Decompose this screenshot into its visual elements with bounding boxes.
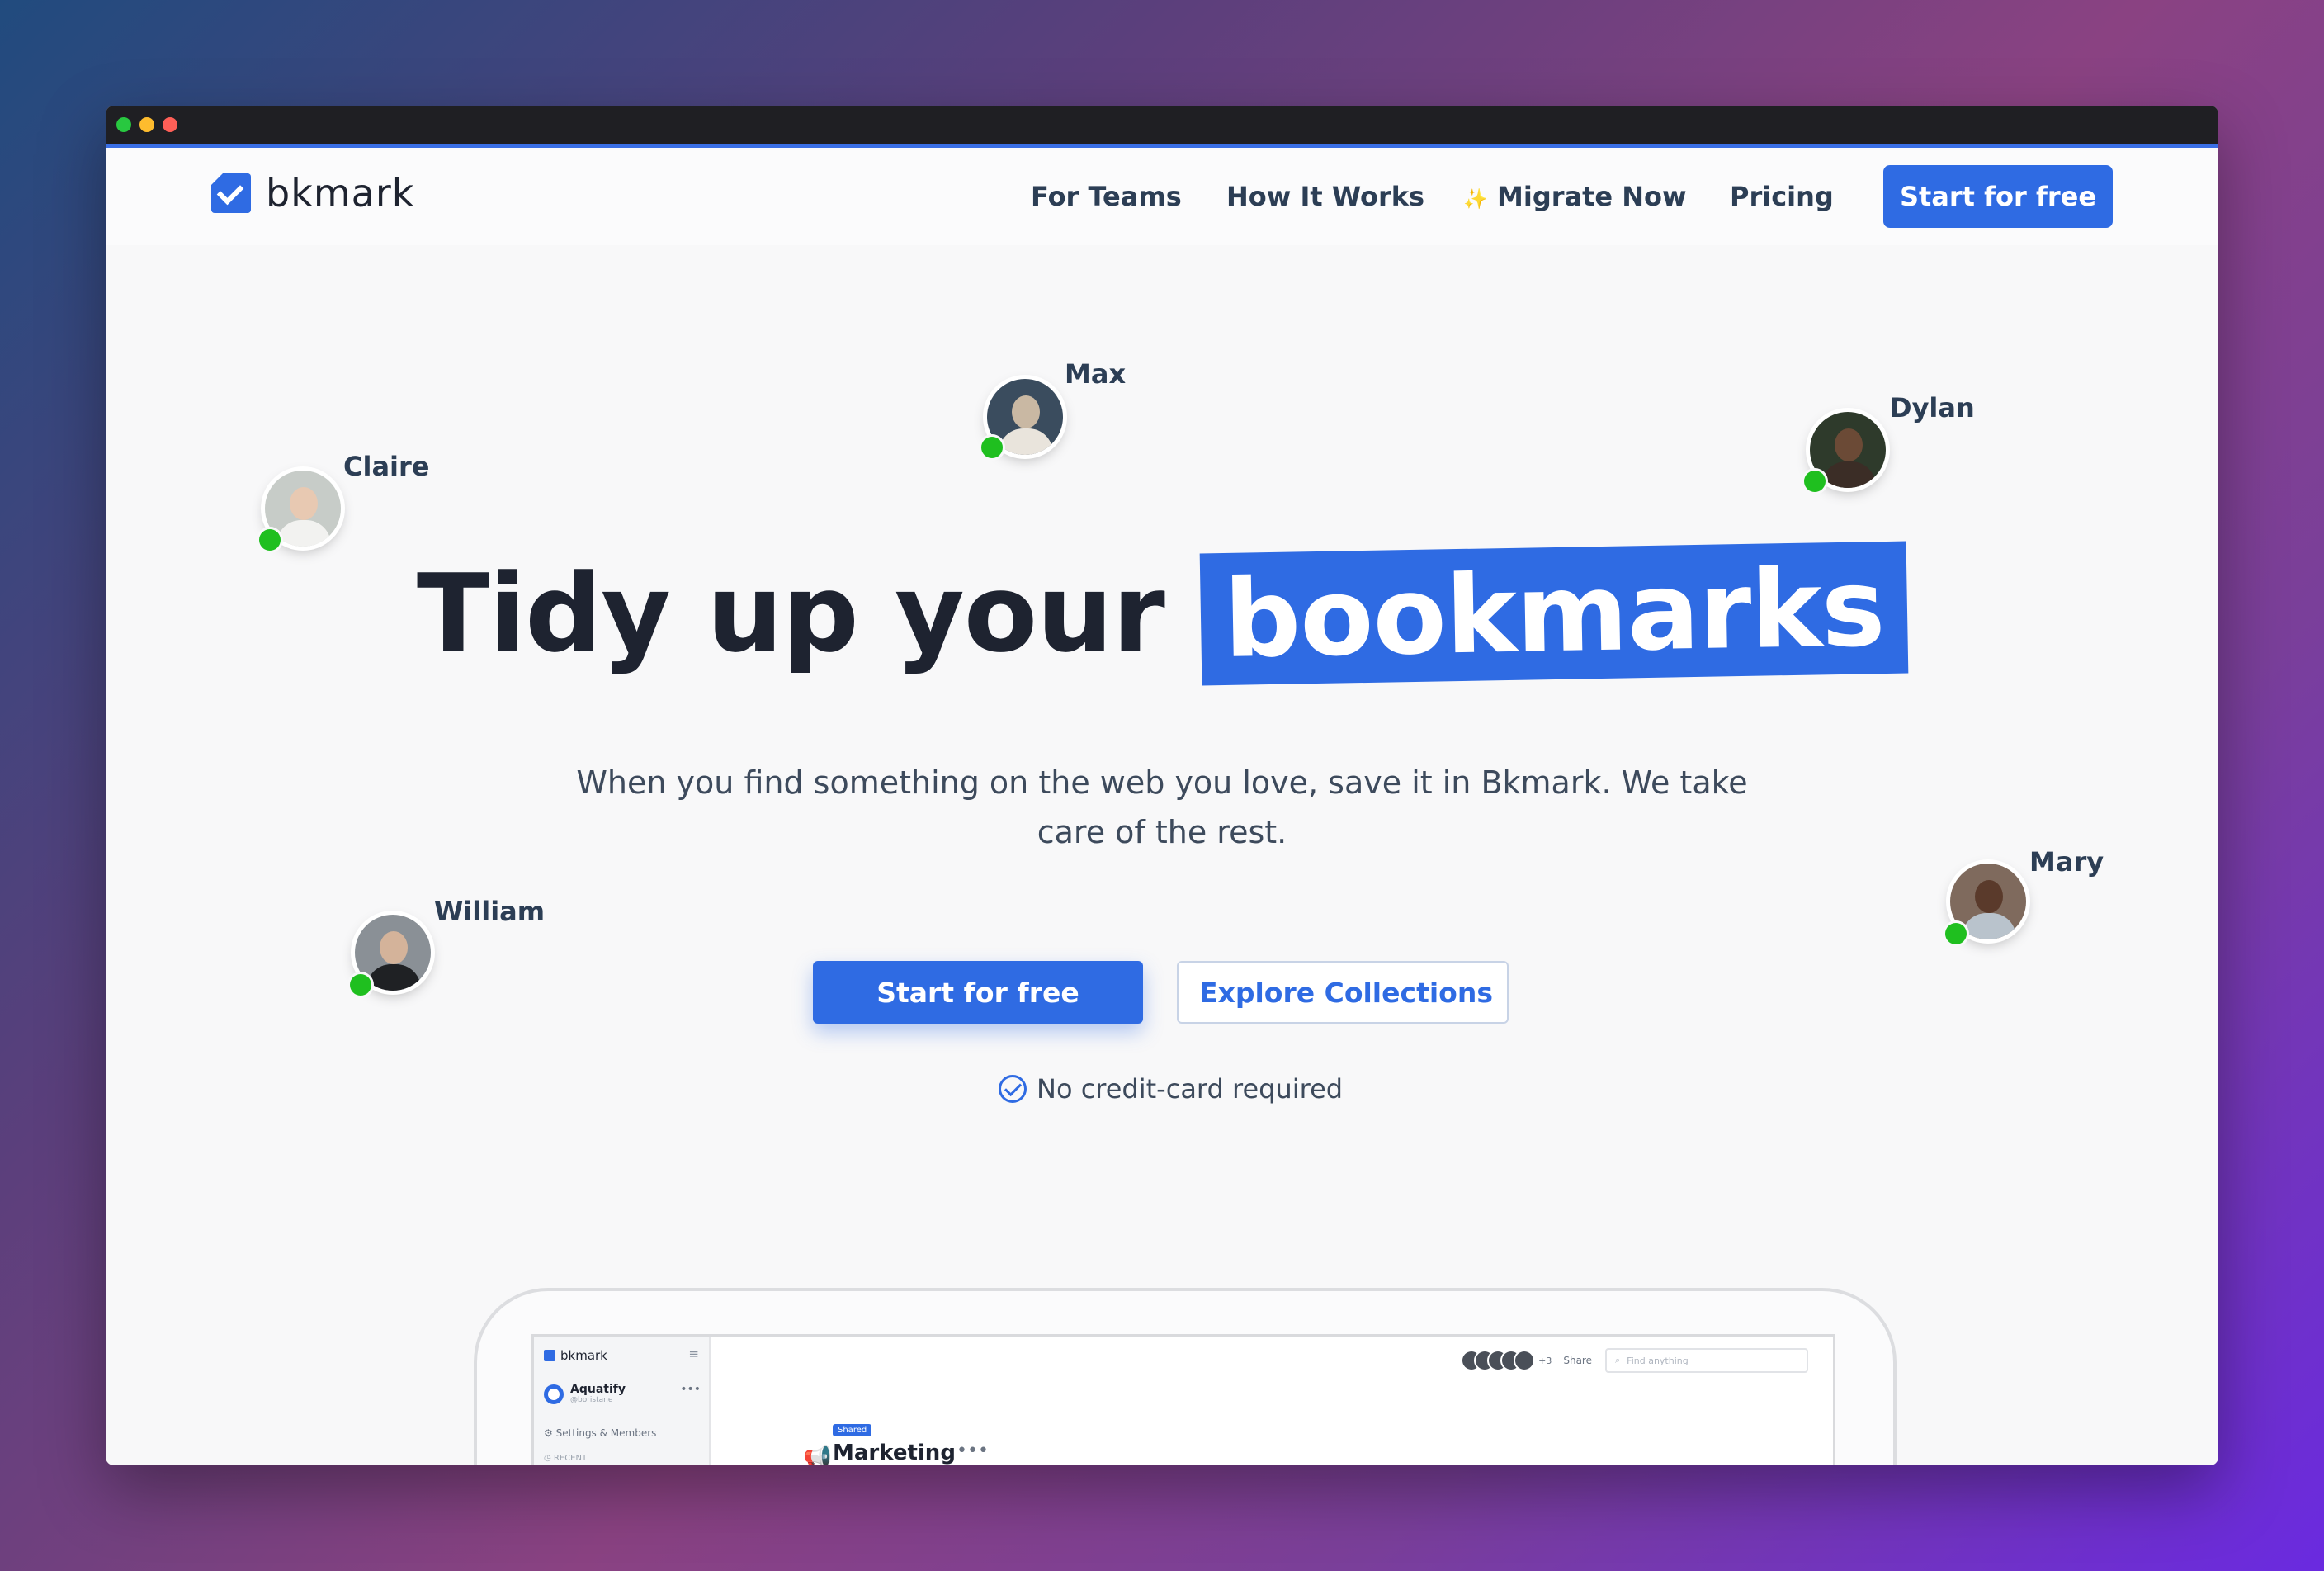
settings-label: Settings & Members [555,1427,657,1439]
hero-subtitle: When you find something on the web you l… [576,764,1748,850]
online-status-icon [1804,471,1826,492]
gear-icon: ⚙ [544,1427,553,1439]
logo-text: bkmark [266,171,415,215]
nav-link-for-teams[interactable]: For Teams [1031,181,1182,212]
start-free-button[interactable]: Start for free [813,961,1143,1024]
team-name: Aquatify [570,1383,626,1396]
hero-title: Tidy up your bookmarks [106,541,2218,686]
minimize-button[interactable] [139,117,154,132]
no-credit-card-text: No credit-card required [1037,1073,1344,1105]
logo[interactable]: bkmark [211,171,414,215]
preview-share-button[interactable]: Share [1563,1355,1592,1366]
avatar-name: Claire [343,451,430,482]
preview-recent-header: ◷ RECENT [544,1454,587,1463]
hero-title-highlight: bookmarks [1199,541,1909,686]
team-handle: @boristane [570,1396,613,1404]
preview-avatar-group [1462,1351,1534,1370]
preview-logo: bkmark [544,1348,607,1363]
collapse-sidebar-icon[interactable]: ≡ [688,1346,699,1361]
megaphone-icon: 📢 [803,1444,832,1465]
title-bar [106,106,2218,148]
nav-link-migrate-now[interactable]: ✨ Migrate Now [1463,181,1687,212]
avatar-name: Dylan [1890,392,1975,424]
hero-title-plain: Tidy up your [416,551,1165,676]
no-credit-card-note: No credit-card required [999,1073,1343,1105]
preview-search-input[interactable]: ⌕ Find anything [1605,1348,1808,1373]
search-icon: ⌕ [1615,1355,1621,1365]
nav-start-free-button[interactable]: Start for free [1883,165,2113,228]
nav-link-label: Migrate Now [1497,181,1687,212]
preview-logo-text: bkmark [560,1348,607,1363]
collection-title: Marketing [833,1441,956,1465]
explore-collections-label: Explore Collections [1199,976,1493,1009]
preview-sidebar: bkmark ≡ Aquatify @boristane ••• ⚙ Setti… [534,1337,711,1465]
shared-badge: Shared [833,1424,872,1436]
collection-more-icon[interactable]: ••• [957,1441,989,1461]
maximize-button[interactable] [116,117,131,132]
close-button[interactable] [163,117,177,132]
bookmark-check-icon [544,1350,555,1361]
avatar-extra-count: +3 [1538,1355,1552,1366]
recent-label: RECENT [553,1454,588,1463]
bookmark-check-icon [211,173,251,213]
nav-link-pricing[interactable]: Pricing [1730,181,1834,212]
preview-topbar: +3 Share ⌕ Find anything [1462,1348,1808,1373]
top-nav: bkmark For Teams How It Works ✨ Migrate … [106,148,2218,245]
avatar-name: William [434,896,546,927]
search-placeholder: Find anything [1627,1355,1689,1366]
online-status-icon [981,437,1003,458]
browser-window: bkmark For Teams How It Works ✨ Migrate … [106,106,2218,1465]
check-circle-icon [999,1075,1027,1103]
nav-link-how-it-works[interactable]: How It Works [1226,181,1424,212]
more-options-icon[interactable]: ••• [680,1383,701,1396]
avatar-name: Mary [2029,846,2104,878]
clock-icon: ◷ [544,1454,551,1463]
online-status-icon [1945,923,1967,944]
avatar-name: Max [1065,358,1127,390]
explore-collections-button[interactable]: Explore Collections [1177,961,1509,1024]
preview-settings-link[interactable]: ⚙ Settings & Members [544,1427,656,1439]
team-icon [544,1384,564,1404]
sparkle-icon: ✨ [1463,187,1488,211]
app-preview-screen: bkmark ≡ Aquatify @boristane ••• ⚙ Setti… [531,1334,1835,1465]
online-status-icon [350,974,371,996]
